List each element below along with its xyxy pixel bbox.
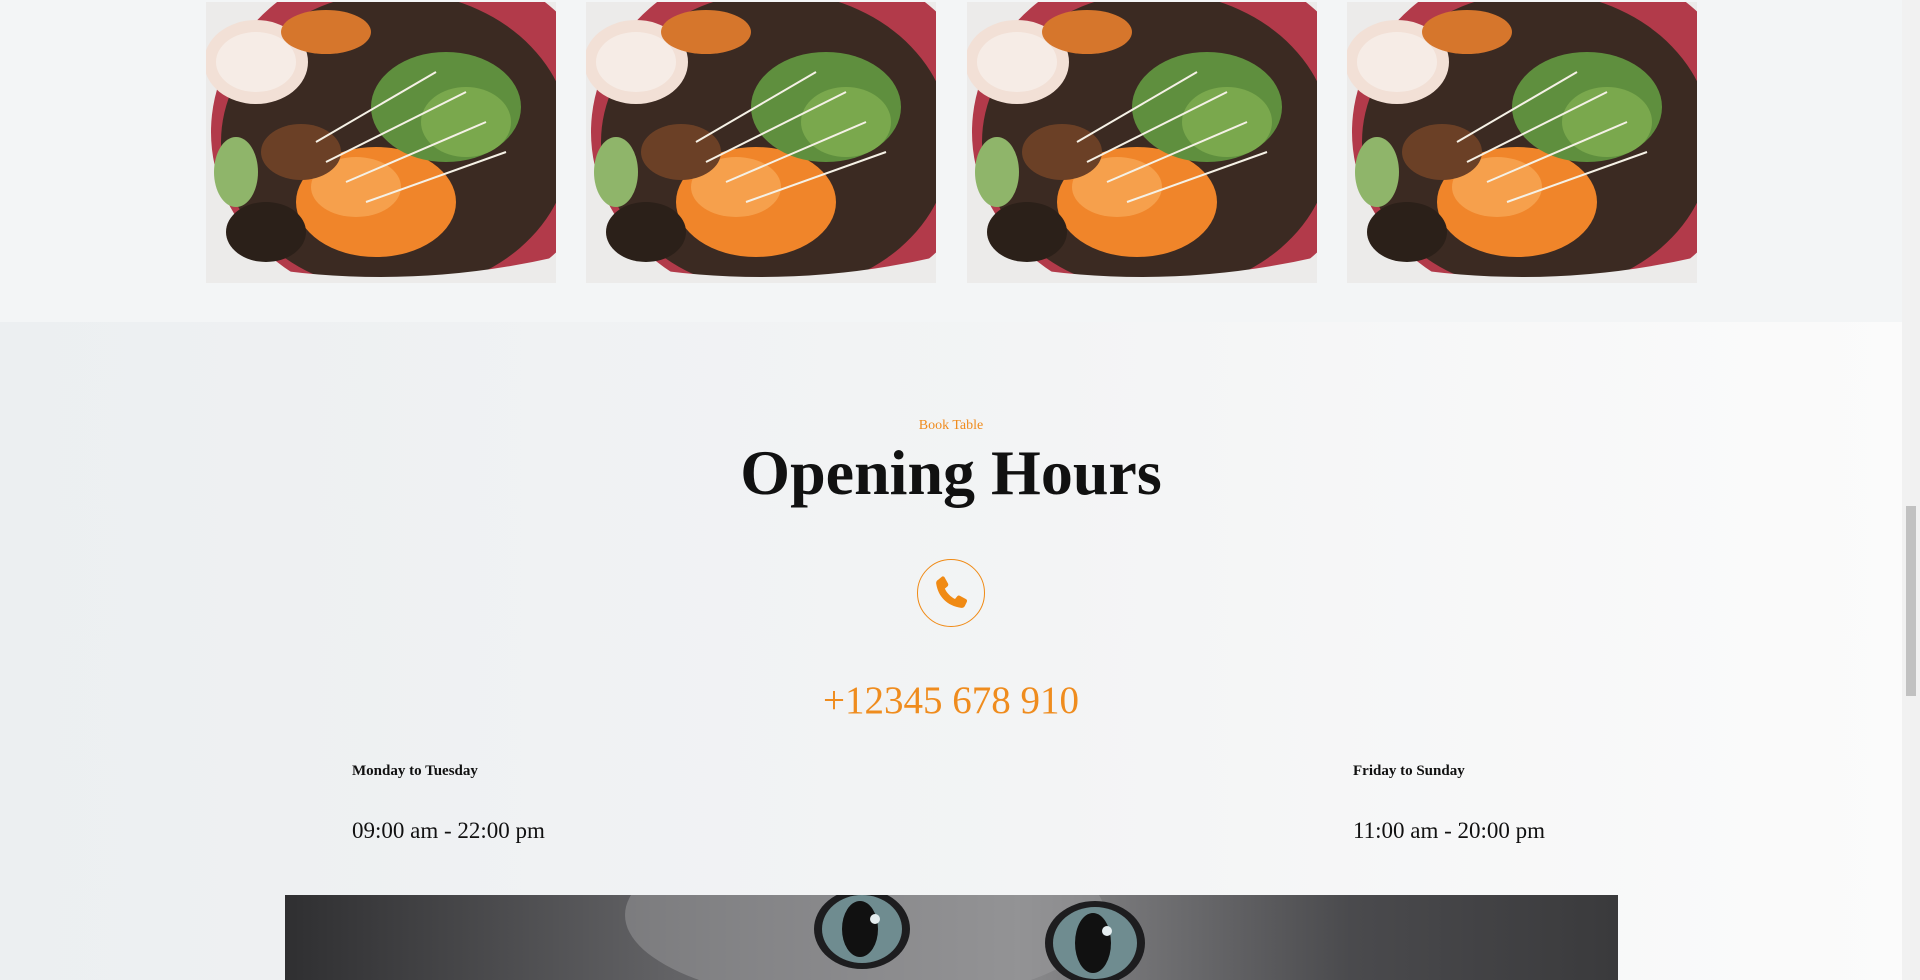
phone-glyph [936,576,968,608]
cat-image [285,895,1618,980]
opening-hours-section: Book Table Opening Hours +12345 678 910 … [0,322,1902,980]
section-title: Opening Hours [740,437,1162,508]
schedule-days-weekday: Monday to Tuesday [352,763,478,779]
schedule-time-weekday: 09:00 am - 22:00 pm [352,818,545,843]
gallery-image[interactable] [967,2,1317,283]
schedule-days-weekend: Friday to Sunday [1353,763,1465,779]
schedule-time-weekend: 11:00 am - 20:00 pm [1353,818,1546,843]
page: Book Table Opening Hours +12345 678 910 … [0,0,1920,980]
phone-number[interactable]: +12345 678 910 [0,678,1902,723]
phone-icon[interactable] [917,559,985,627]
food-bowl-image [967,2,1317,283]
gallery-image[interactable] [1347,2,1697,283]
gallery-image[interactable] [206,2,556,283]
gallery-image[interactable] [586,2,936,283]
vertical-scrollbar[interactable] [1902,0,1920,980]
food-bowl-image [206,2,556,283]
food-bowl-image [1347,2,1697,283]
cat-banner-image [285,895,1618,980]
food-bowl-image [586,2,936,283]
scrollbar-thumb[interactable] [1906,506,1916,696]
food-gallery [0,0,1902,322]
section-eyebrow: Book Table [918,418,984,433]
